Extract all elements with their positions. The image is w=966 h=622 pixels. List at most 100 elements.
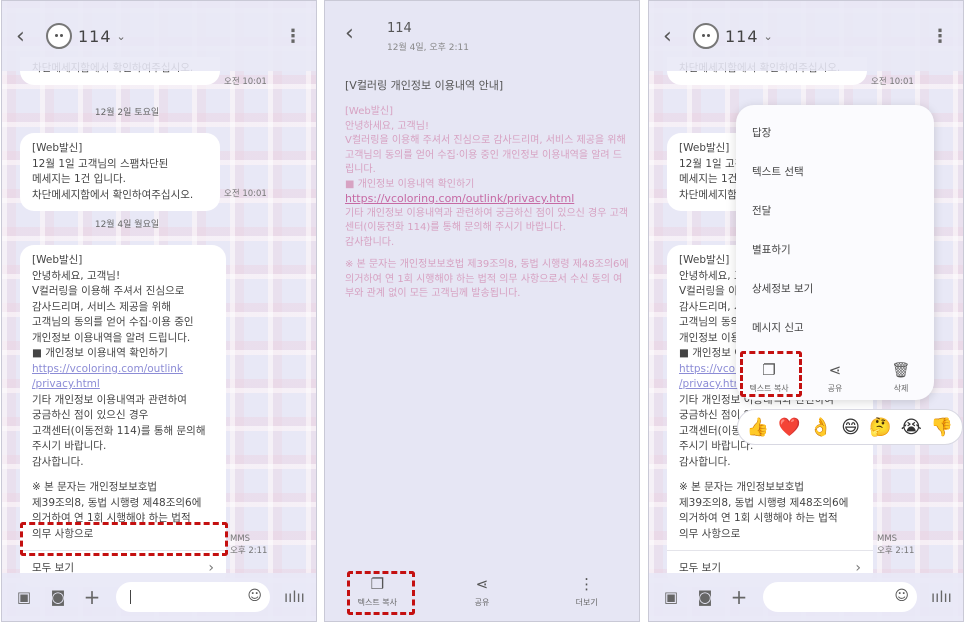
message-line: ■ 개인정보 이용내역 확인하기 <box>32 347 168 359</box>
back-arrow-icon[interactable]: ‹ <box>16 24 42 49</box>
message-composer: ▣ ◙ + ☺ ıılıı <box>2 573 316 621</box>
share-button[interactable]: ⋖ 공유 <box>447 575 517 608</box>
privacy-link[interactable]: https://vcoloring.com/outlink <box>32 362 214 378</box>
thumbs-up-reaction[interactable]: 👍 <box>747 417 769 438</box>
menu-item-select-text[interactable]: 텍스트 선택 <box>736 152 934 191</box>
back-arrow-icon[interactable]: ‹ <box>345 21 371 53</box>
detail-header: ‹ 114 12월 4일, 오후 2:11 <box>345 21 469 53</box>
detail-body[interactable]: [Web발신] 안녕하세요, 고객님! V컬러링을 이용해 주셔서 진심으로 감… <box>345 105 630 302</box>
avatar[interactable] <box>693 23 719 49</box>
message-time: 오전 10:01 <box>224 189 267 199</box>
more-options-icon[interactable]: ⋮ <box>284 26 302 47</box>
gallery-icon[interactable]: ▣ <box>14 588 34 606</box>
chevron-down-icon[interactable]: ⌄ <box>764 30 773 43</box>
message-time: 오전 10:01 <box>224 77 267 87</box>
ok-hand-reaction[interactable]: 👌 <box>810 417 832 438</box>
detail-line: 안녕하세요, 고객님! <box>345 120 429 132</box>
more-options-icon[interactable]: ⋮ <box>931 26 949 47</box>
message-line: 감사드리며, 서비스 제공을 위해 <box>32 300 171 313</box>
plus-icon[interactable]: + <box>82 585 102 609</box>
menu-item-reply[interactable]: 답장 <box>736 113 934 152</box>
voice-record-icon[interactable]: ıılıı <box>931 588 952 606</box>
privacy-link[interactable]: https://vcoloring.com/outlink/privacy.ht… <box>345 192 630 207</box>
smile-reaction[interactable]: 😄 <box>841 417 860 438</box>
share-label: 공유 <box>474 597 490 607</box>
sticker-icon[interactable]: ☺ <box>894 588 909 604</box>
camera-icon[interactable]: ◙ <box>48 588 68 606</box>
detail-time: 12월 4일, 오후 2:11 <box>387 43 469 53</box>
detail-line: V컬러링을 이용해 주셔서 진심으로 감사드리며, 서비스 제공을 위해 고객님… <box>345 135 626 175</box>
detail-notice: ※ 본 문자는 개인정보보호법 제39조의8, 동법 시행령 제48조의6에 의… <box>345 259 629 299</box>
detail-heading: [V컬러링 개인정보 이용내역 안내] <box>345 79 504 92</box>
menu-spacer <box>736 105 934 113</box>
avatar[interactable] <box>46 23 72 49</box>
detail-line: 감사합니다. <box>345 236 395 248</box>
message-line: 기타 개인정보 이용내역과 관련하여 <box>32 393 187 406</box>
highlight-box-see-all <box>20 522 228 556</box>
message-type: MMS <box>230 534 251 544</box>
gallery-icon[interactable]: ▣ <box>661 588 681 606</box>
more-options-icon: ⋮ <box>579 574 595 593</box>
context-menu-panel: 차단메세지함에서 확인하여주십시오. 오전 10:01 [Web발신] 12월 … <box>648 0 964 622</box>
menu-item-forward[interactable]: 전달 <box>736 191 934 230</box>
message-line: ※ 본 문자는 개인정보보호법 <box>32 481 158 493</box>
detail-line: 기타 개인정보 이용내역과 관련하여 궁금하신 점이 있으신 경우 고객센터(이… <box>345 207 629 234</box>
sticker-icon[interactable]: ☺ <box>247 588 262 604</box>
message-line: 고객센터(이동전화 114)를 통해 문의해 <box>32 424 206 437</box>
voice-record-icon[interactable]: ıılıı <box>284 588 305 606</box>
heart-reaction[interactable]: ❤️ <box>778 417 800 438</box>
chat-screen-panel: 차단메세지함에서 확인하여주십시오. 오전 10:01 12월 2일 토요일 [… <box>1 0 317 622</box>
menu-item-report[interactable]: 메시지 신고 <box>736 308 934 347</box>
menu-item-details[interactable]: 상세정보 보기 <box>736 269 934 308</box>
share-label: 공유 <box>827 384 843 393</box>
message-line: V컬러링을 이용해 주셔서 진심으로 <box>32 285 185 297</box>
menu-item-star[interactable]: 별표하기 <box>736 230 934 269</box>
delete-label: 삭제 <box>893 384 909 393</box>
trash-icon: 🗑 <box>891 361 911 379</box>
message-composer: ▣ ◙ + ☺ ıılıı <box>649 573 963 621</box>
message-bubble[interactable]: [Web발신] 12월 1일 고객님의 스팸차단된 메세지는 1건 입니다. 차… <box>20 133 220 211</box>
detail-line: ■ 개인정보 이용내역 확인하기 <box>345 178 475 190</box>
message-line: 제39조의8, 동법 시행령 제48조의6에 <box>679 496 849 509</box>
message-detail-panel: ‹ 114 12월 4일, 오후 2:11 [V컬러링 개인정보 이용내역 안내… <box>324 0 640 622</box>
chat-header: ‹ 114 ⌄ ⋮ <box>2 1 316 71</box>
chat-title[interactable]: 114 <box>725 27 759 46</box>
crying-reaction[interactable]: 😭 <box>901 417 922 438</box>
thinking-reaction[interactable]: 🤔 <box>869 417 891 438</box>
back-arrow-icon[interactable]: ‹ <box>663 24 689 49</box>
message-time: 오전 10:01 <box>871 77 914 87</box>
more-button[interactable]: ⋮ 더보기 <box>552 575 622 608</box>
message-input[interactable]: ☺ <box>763 582 917 612</box>
thumbs-down-reaction[interactable]: 👎 <box>931 417 953 438</box>
message-line: ※ 본 문자는 개인정보보호법 <box>679 481 805 493</box>
message-sender: [Web발신] <box>32 142 83 154</box>
message-line: 의무 사항으로 <box>679 527 741 540</box>
highlight-box-copy <box>740 351 802 397</box>
share-icon: ⋖ <box>828 361 842 379</box>
message-type: MMS <box>877 534 898 544</box>
text-caret <box>130 590 131 604</box>
plus-icon[interactable]: + <box>729 585 749 609</box>
chevron-down-icon[interactable]: ⌄ <box>117 30 126 43</box>
share-button[interactable]: ⋖ 공유 <box>805 361 865 394</box>
reaction-bar: 👍 ❤️ 👌 😄 🤔 😭 👎 <box>737 409 963 445</box>
message-line: 의거하여 연 1회 시행해야 하는 법적 <box>679 512 838 524</box>
message-input[interactable]: ☺ <box>116 582 270 612</box>
message-line: 감사합니다. <box>32 455 84 468</box>
delete-button[interactable]: 🗑 삭제 <box>871 361 931 394</box>
detail-title: 114 <box>387 21 412 36</box>
message-line: 고객님의 동의를 얻어 수집·이용 중인 <box>32 316 194 328</box>
message-line: 주시기 바랍니다. <box>32 440 107 452</box>
camera-icon[interactable]: ◙ <box>695 588 715 606</box>
date-divider: 12월 2일 토요일 <box>94 108 160 118</box>
chat-title[interactable]: 114 <box>78 27 112 46</box>
more-label: 더보기 <box>575 597 598 607</box>
detail-sender: [Web발신] <box>345 106 394 117</box>
message-line: 메세지는 1건 입니다. <box>32 173 126 185</box>
date-divider: 12월 4일 월요일 <box>94 220 160 230</box>
share-icon: ⋖ <box>475 574 489 593</box>
privacy-link-continued[interactable]: /privacy.html <box>32 377 214 393</box>
